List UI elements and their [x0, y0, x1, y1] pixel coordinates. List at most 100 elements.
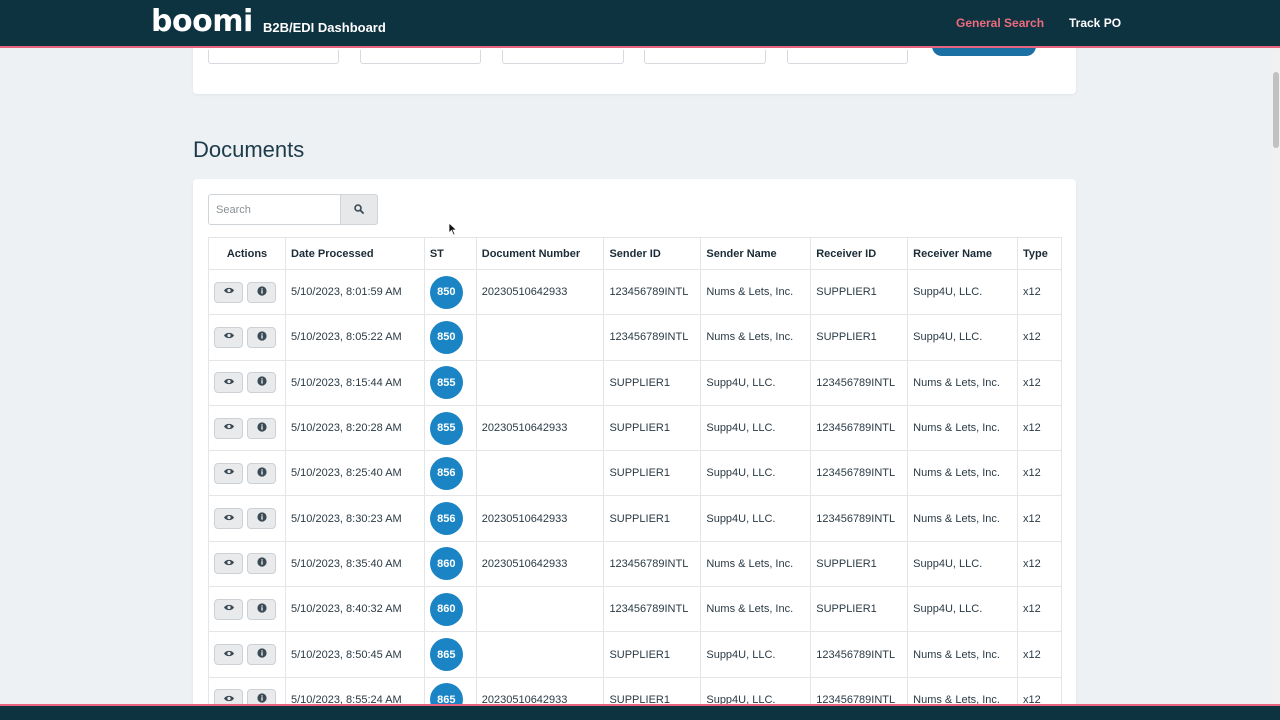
documents-table: Actions Date Processed ST Document Numbe…	[208, 237, 1062, 720]
sender-name-cell: Nums & Lets, Inc.	[700, 586, 812, 633]
sender-name-cell: Supp4U, LLC.	[700, 631, 812, 678]
view-button[interactable]	[214, 462, 243, 484]
type-cell: x12	[1017, 586, 1062, 633]
view-button[interactable]	[214, 553, 243, 575]
filter-field[interactable]	[502, 50, 624, 64]
info-button[interactable]	[247, 281, 276, 303]
date-processed-cell: 5/10/2023, 8:20:28 AM	[285, 404, 425, 452]
document-number-cell	[475, 586, 605, 633]
sender-name-cell: Nums & Lets, Inc.	[700, 540, 812, 588]
view-button[interactable]	[214, 417, 243, 439]
st-cell: 865	[423, 631, 477, 678]
filter-field[interactable]	[360, 50, 481, 64]
table-row[interactable]: 5/10/2023, 8:01:59 AM 850 20230510642933 12…	[208, 268, 1062, 316]
column-header[interactable]: Receiver ID	[810, 237, 909, 270]
transaction-set-badge: 860	[429, 547, 463, 581]
transaction-set-badge: 856	[429, 456, 463, 490]
top-navbar: boomi B2B/EDI Dashboard General Search T…	[0, 0, 1280, 48]
eye-icon	[223, 513, 235, 525]
info-icon	[256, 421, 267, 435]
actions-cell	[208, 268, 286, 316]
column-header[interactable]: Receiver Name	[907, 237, 1019, 270]
view-button[interactable]	[214, 644, 243, 666]
receiver-name-cell: Supp4U, LLC.	[907, 540, 1019, 588]
table-row[interactable]: 5/10/2023, 8:30:23 AM 856 20230510642933 SU…	[208, 495, 1062, 542]
actions-cell	[208, 359, 286, 406]
nav-general-search[interactable]: General Search	[956, 16, 1044, 30]
document-number-cell	[475, 359, 605, 406]
table-row[interactable]: 5/10/2023, 8:50:45 AM 865 SUPPLIER1 Supp4U,…	[208, 631, 1062, 678]
table-row[interactable]: 5/10/2023, 8:05:22 AM 850 123456789INTL Num…	[208, 314, 1062, 361]
sender-id-cell: SUPPLIER1	[603, 450, 702, 497]
view-button[interactable]	[214, 508, 243, 530]
actions-cell	[208, 586, 286, 633]
nav-track-po[interactable]: Track PO	[1069, 16, 1121, 30]
date-processed-cell: 5/10/2023, 8:50:45 AM	[285, 631, 425, 678]
document-search-input[interactable]	[208, 194, 341, 225]
column-header[interactable]: Date Processed	[285, 237, 425, 270]
transaction-set-badge: 850	[429, 320, 463, 354]
mouse-cursor-icon	[448, 222, 458, 241]
table-row[interactable]: 5/10/2023, 8:35:40 AM 860 20230510642933 12…	[208, 540, 1062, 588]
st-cell: 856	[423, 450, 477, 497]
receiver-id-cell: 123456789INTL	[810, 450, 909, 497]
info-button[interactable]	[247, 326, 276, 348]
view-button[interactable]	[214, 598, 243, 620]
view-button[interactable]	[214, 326, 243, 348]
info-icon	[256, 331, 267, 344]
dashboard-title: B2B/EDI Dashboard	[263, 20, 386, 35]
type-cell: x12	[1017, 631, 1062, 678]
sender-name-cell: Supp4U, LLC.	[700, 359, 812, 406]
info-button[interactable]	[247, 598, 276, 620]
brand-logo[interactable]: boomi	[151, 4, 253, 39]
date-processed-cell: 5/10/2023, 8:15:44 AM	[285, 359, 425, 406]
column-header[interactable]: ST	[423, 237, 477, 270]
document-number-cell	[475, 450, 605, 497]
document-number-cell	[475, 314, 605, 361]
table-row[interactable]: 5/10/2023, 8:20:28 AM 855 20230510642933 SU…	[208, 404, 1062, 452]
info-button[interactable]	[247, 508, 276, 530]
filter-field[interactable]	[644, 50, 766, 64]
table-row[interactable]: 5/10/2023, 8:15:44 AM 855 SUPPLIER1 Supp4U,…	[208, 359, 1062, 406]
column-header: Actions	[208, 237, 286, 270]
st-cell: 850	[423, 268, 477, 316]
sender-id-cell: SUPPLIER1	[603, 631, 702, 678]
sender-id-cell: 123456789INTL	[603, 540, 702, 588]
st-cell: 860	[423, 586, 477, 633]
view-button[interactable]	[214, 281, 243, 303]
page-scrollbar[interactable]	[1272, 50, 1280, 704]
info-button[interactable]	[247, 462, 276, 484]
sender-id-cell: 123456789INTL	[603, 586, 702, 633]
st-cell: 855	[423, 359, 477, 406]
column-header[interactable]: Sender ID	[603, 237, 702, 270]
date-processed-cell: 5/10/2023, 8:25:40 AM	[285, 450, 425, 497]
scrollbar-thumb[interactable]	[1273, 72, 1279, 148]
date-processed-cell: 5/10/2023, 8:40:32 AM	[285, 586, 425, 633]
receiver-id-cell: SUPPLIER1	[810, 268, 909, 316]
info-button[interactable]	[247, 553, 276, 575]
column-header[interactable]: Document Number	[475, 237, 605, 270]
info-icon	[256, 376, 267, 389]
type-cell: x12	[1017, 404, 1062, 452]
document-number-cell: 20230510642933	[475, 268, 605, 316]
sender-id-cell: 123456789INTL	[603, 314, 702, 361]
filter-field[interactable]	[787, 50, 908, 64]
table-row[interactable]: 5/10/2023, 8:25:40 AM 856 SUPPLIER1 Supp4U,…	[208, 450, 1062, 497]
receiver-name-cell: Nums & Lets, Inc.	[907, 404, 1019, 452]
column-header[interactable]: Sender Name	[700, 237, 812, 270]
info-button[interactable]	[247, 417, 276, 439]
info-button[interactable]	[247, 644, 276, 666]
info-button[interactable]	[247, 372, 276, 394]
search-icon	[354, 201, 364, 219]
eye-icon	[223, 467, 235, 479]
type-cell: x12	[1017, 495, 1062, 542]
search-button[interactable]	[340, 194, 378, 225]
documents-card: Actions Date Processed ST Document Numbe…	[193, 179, 1076, 720]
filter-field[interactable]	[208, 50, 339, 64]
receiver-name-cell: Supp4U, LLC.	[907, 314, 1019, 361]
table-row[interactable]: 5/10/2023, 8:40:32 AM 860 123456789INTL Num…	[208, 586, 1062, 633]
view-button[interactable]	[214, 372, 243, 394]
info-icon	[256, 512, 267, 525]
column-header[interactable]: Type	[1017, 237, 1062, 270]
info-icon	[256, 557, 267, 570]
